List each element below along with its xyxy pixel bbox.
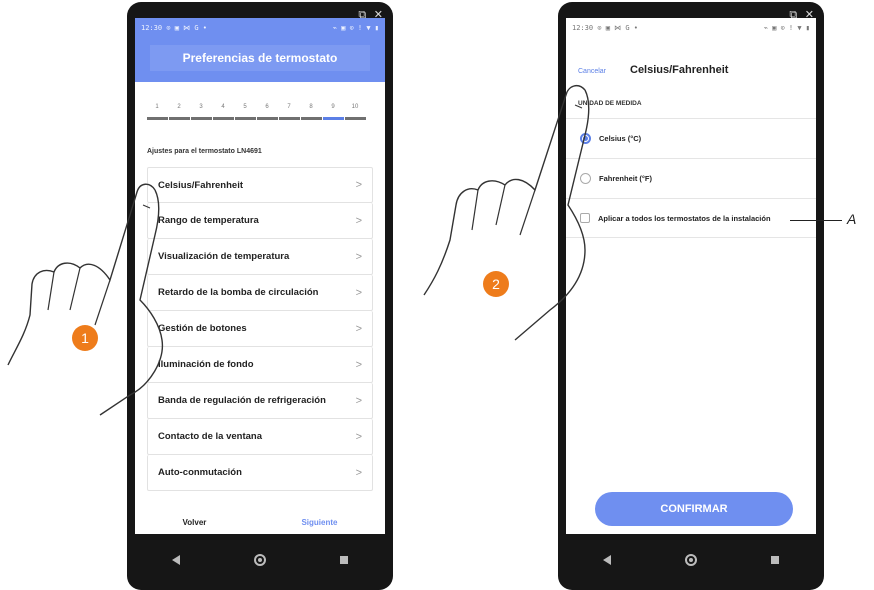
radio-unchecked[interactable] xyxy=(580,173,591,184)
list-item-label: Visualización de temperatura xyxy=(158,251,290,262)
step-label: 8 xyxy=(309,104,313,110)
chevron-right-icon: > xyxy=(355,250,362,263)
chevron-right-icon: > xyxy=(355,358,362,371)
android-nav-bar xyxy=(566,538,816,582)
next-button[interactable]: Siguiente xyxy=(301,518,337,527)
step-bar xyxy=(235,117,256,120)
phone-left: ⧉ ✕ 12:30 ⊙ ▣ ⋈ G • ⌁ ▣ ⊙ ! ▼ ▮ Preferen… xyxy=(127,2,393,590)
step-badge-2: 2 xyxy=(483,271,509,297)
step-label: 1 xyxy=(155,104,159,110)
callout-line xyxy=(790,220,842,221)
settings-list: Celsius/Fahrenheit > Rango de temperatur… xyxy=(147,167,373,491)
status-bar: 12:30 ⊙ ▣ ⋈ G • ⌁ ▣ ⊙ ! ▼ ▮ xyxy=(566,18,816,38)
option-label: Aplicar a todos los termostatos de la in… xyxy=(598,213,771,223)
step-label: 4 xyxy=(221,104,225,110)
status-left: 12:30 ⊙ ▣ ⋈ G • xyxy=(572,24,639,32)
step-bar xyxy=(191,117,212,120)
list-item-pump-delay[interactable]: Retardo de la bomba de circulación > xyxy=(147,275,373,311)
chevron-right-icon: > xyxy=(355,394,362,407)
back-button[interactable]: Volver xyxy=(183,518,207,527)
step-bar xyxy=(147,117,168,120)
step-bar xyxy=(213,117,234,120)
list-item-celsius-fahrenheit[interactable]: Celsius/Fahrenheit > xyxy=(147,167,373,203)
back-triangle-icon[interactable] xyxy=(603,555,611,565)
status-bar: 12:30 ⊙ ▣ ⋈ G • ⌁ ▣ ⊙ ! ▼ ▮ xyxy=(135,18,385,38)
celsius-fahrenheit-screen: 12:30 ⊙ ▣ ⋈ G • ⌁ ▣ ⊙ ! ▼ ▮ Cancelar Cel… xyxy=(566,18,816,534)
section-title: Ajustes para el termostato LN4691 xyxy=(147,148,262,155)
home-circle-icon[interactable] xyxy=(685,554,697,566)
phone-right: ⧉ ✕ 12:30 ⊙ ▣ ⋈ G • ⌁ ▣ ⊙ ! ▼ ▮ Cancelar… xyxy=(558,2,824,590)
step-label: 10 xyxy=(351,104,359,110)
list-item-label: Gestión de botones xyxy=(158,323,247,334)
status-right: ⌁ ▣ ⊙ ! ▼ ▮ xyxy=(332,24,379,32)
chevron-right-icon: > xyxy=(355,430,362,443)
checkbox[interactable] xyxy=(580,213,590,223)
option-celsius[interactable]: Celsius (°C) xyxy=(566,118,816,158)
option-label: Fahrenheit (°F) xyxy=(599,174,652,183)
list-item-backlight[interactable]: Iluminación de fondo > xyxy=(147,347,373,383)
footer-nav: Volver Siguiente xyxy=(135,510,385,534)
option-fahrenheit[interactable]: Fahrenheit (°F) xyxy=(566,158,816,198)
step-label: 7 xyxy=(287,104,291,110)
step-label: 5 xyxy=(243,104,247,110)
list-item-label: Celsius/Fahrenheit xyxy=(158,179,243,191)
list-item-temperature-range[interactable]: Rango de temperatura > xyxy=(147,203,373,239)
page-title: Celsius/Fahrenheit xyxy=(630,64,729,76)
callout-label: A xyxy=(847,211,857,227)
step-bar xyxy=(257,117,278,120)
cancel-link[interactable]: Cancelar xyxy=(578,68,606,75)
list-item-label: Banda de regulación de refrigeración xyxy=(158,395,326,406)
chevron-right-icon: > xyxy=(355,466,362,479)
recents-square-icon[interactable] xyxy=(340,556,348,564)
chevron-right-icon: > xyxy=(355,322,362,335)
list-item-cooling-band[interactable]: Banda de regulación de refrigeración > xyxy=(147,383,373,419)
app-header: Preferencias de termostato xyxy=(135,38,385,82)
recents-square-icon[interactable] xyxy=(771,556,779,564)
list-item-auto-switch[interactable]: Auto-conmutación > xyxy=(147,455,373,491)
home-circle-icon[interactable] xyxy=(254,554,266,566)
step-bar xyxy=(169,117,190,120)
status-left: 12:30 ⊙ ▣ ⋈ G • xyxy=(141,24,208,32)
step-bar xyxy=(279,117,300,120)
chevron-right-icon: > xyxy=(355,286,362,299)
step-label: 9 xyxy=(331,104,335,110)
option-label: Celsius (°C) xyxy=(599,134,642,143)
step-label: 3 xyxy=(199,104,203,110)
list-item-label: Rango de temperatura xyxy=(158,215,259,226)
chevron-right-icon: > xyxy=(355,214,362,227)
step-bar xyxy=(345,117,366,120)
list-item-label: Auto-conmutación xyxy=(158,467,242,478)
unit-options: Celsius (°C) Fahrenheit (°F) Aplicar a t… xyxy=(566,118,816,238)
radio-checked[interactable] xyxy=(580,133,591,144)
page-title: Preferencias de termostato xyxy=(150,45,370,71)
chevron-right-icon: > xyxy=(355,179,362,191)
android-nav-bar xyxy=(135,538,385,582)
option-apply-all[interactable]: Aplicar a todos los termostatos de la in… xyxy=(566,198,816,238)
step-progress: 1 2 3 4 5 6 7 8 9 10 xyxy=(147,90,373,120)
list-item-temperature-display[interactable]: Visualización de temperatura > xyxy=(147,239,373,275)
list-item-button-management[interactable]: Gestión de botones > xyxy=(147,311,373,347)
back-triangle-icon[interactable] xyxy=(172,555,180,565)
thermostat-preferences-screen: 12:30 ⊙ ▣ ⋈ G • ⌁ ▣ ⊙ ! ▼ ▮ Preferencias… xyxy=(135,18,385,534)
step-label: 2 xyxy=(177,104,181,110)
step-bar-active xyxy=(323,117,344,120)
status-right: ⌁ ▣ ⊙ ! ▼ ▮ xyxy=(763,24,810,32)
list-item-label: Iluminación de fondo xyxy=(158,359,254,370)
list-item-label: Retardo de la bomba de circulación xyxy=(158,287,319,298)
step-badge-1: 1 xyxy=(72,325,98,351)
step-label: 6 xyxy=(265,104,269,110)
list-item-label: Contacto de la ventana xyxy=(158,431,262,442)
step-bar xyxy=(301,117,322,120)
confirm-button[interactable]: CONFIRMAR xyxy=(595,492,793,526)
list-item-window-contact[interactable]: Contacto de la ventana > xyxy=(147,419,373,455)
section-title: UNIDAD DE MEDIDA xyxy=(578,100,642,107)
